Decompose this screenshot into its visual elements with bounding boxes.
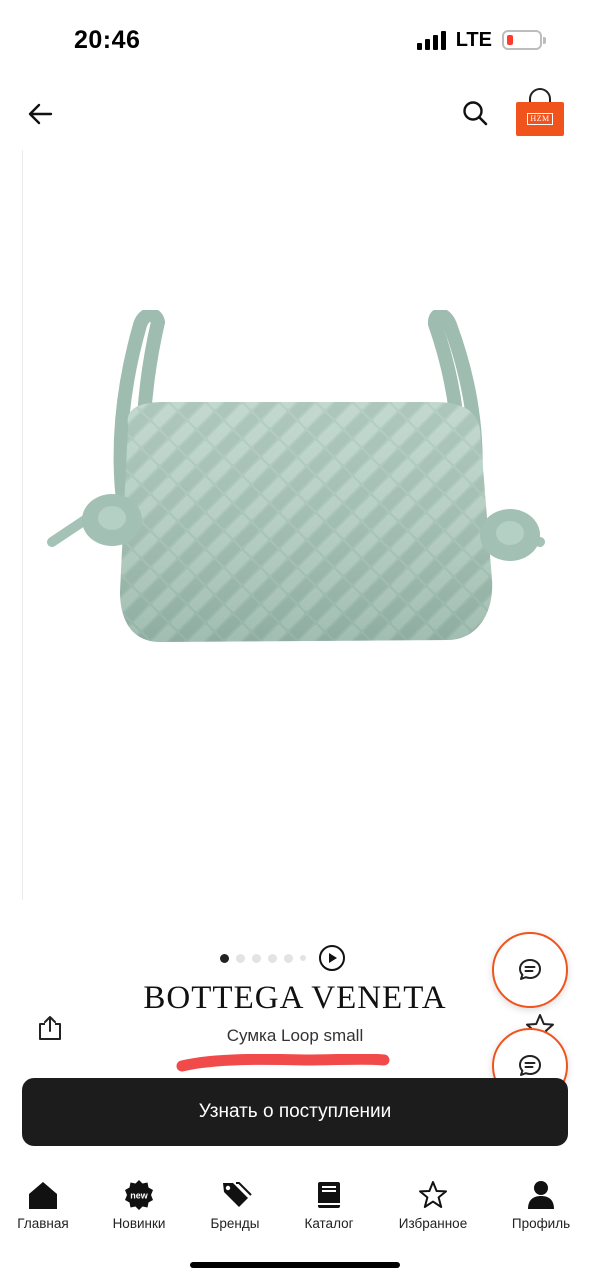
gallery-divider bbox=[22, 150, 23, 900]
tab-catalog[interactable]: Каталог bbox=[284, 1180, 374, 1231]
tags-icon bbox=[223, 1182, 252, 1207]
tab-profile[interactable]: Профиль bbox=[496, 1180, 586, 1231]
pager-dot[interactable] bbox=[268, 953, 277, 963]
play-icon bbox=[329, 953, 337, 963]
price-redaction-scribble bbox=[176, 1054, 390, 1072]
logo-bag-icon: HZM bbox=[516, 102, 564, 136]
signal-icon bbox=[416, 30, 446, 50]
pager-dot[interactable] bbox=[236, 953, 245, 963]
logo-text: HZM bbox=[527, 113, 553, 125]
tab-home[interactable]: Главная bbox=[0, 1180, 88, 1231]
new-badge-icon: new bbox=[125, 1180, 153, 1210]
tab-label: Главная bbox=[17, 1216, 69, 1231]
chat-icon bbox=[519, 1055, 541, 1076]
star-outline-icon bbox=[419, 1181, 447, 1208]
bottom-tab-bar: Главная new Новинки Бренды Каталог Избра… bbox=[0, 1170, 590, 1250]
status-indicators: LTE bbox=[416, 28, 546, 52]
share-button[interactable] bbox=[34, 1012, 66, 1044]
store-logo[interactable]: HZM bbox=[514, 86, 566, 136]
gallery-pager bbox=[220, 945, 345, 971]
status-time: 20:46 bbox=[74, 26, 141, 54]
tab-brands[interactable]: Бренды bbox=[190, 1180, 280, 1231]
search-icon bbox=[463, 101, 488, 126]
product-image bbox=[47, 310, 545, 642]
arrow-left-icon bbox=[28, 103, 53, 125]
home-icon bbox=[29, 1182, 57, 1209]
user-icon bbox=[528, 1181, 554, 1209]
home-indicator bbox=[190, 1262, 400, 1268]
book-icon bbox=[318, 1182, 340, 1208]
back-button[interactable] bbox=[22, 96, 58, 132]
tab-label: Бренды bbox=[210, 1216, 260, 1231]
pager-dot[interactable] bbox=[284, 953, 293, 963]
chat-button[interactable] bbox=[492, 932, 568, 1008]
tab-favorites[interactable]: Избранное bbox=[388, 1180, 478, 1231]
battery-icon bbox=[502, 30, 546, 50]
network-type: LTE bbox=[455, 28, 492, 51]
tab-label: Новинки bbox=[112, 1216, 166, 1231]
tab-label: Профиль bbox=[511, 1216, 571, 1231]
chat-icon bbox=[519, 959, 541, 980]
tab-label: Каталог bbox=[304, 1216, 354, 1231]
notify-availability-button[interactable]: Узнать о поступлении bbox=[22, 1078, 568, 1146]
status-bar: 20:46 LTE bbox=[0, 0, 590, 80]
play-video-button[interactable] bbox=[319, 945, 345, 971]
pager-dot[interactable] bbox=[220, 953, 229, 963]
tab-new[interactable]: new Новинки bbox=[94, 1180, 184, 1231]
new-badge-text: new bbox=[130, 1191, 149, 1201]
search-button[interactable] bbox=[456, 94, 494, 132]
pager-dot[interactable] bbox=[252, 953, 261, 963]
header: HZM bbox=[0, 80, 590, 150]
share-icon bbox=[39, 1016, 61, 1040]
product-gallery[interactable] bbox=[0, 150, 590, 930]
pager-dot[interactable] bbox=[300, 955, 306, 961]
tab-label: Избранное bbox=[398, 1216, 468, 1231]
